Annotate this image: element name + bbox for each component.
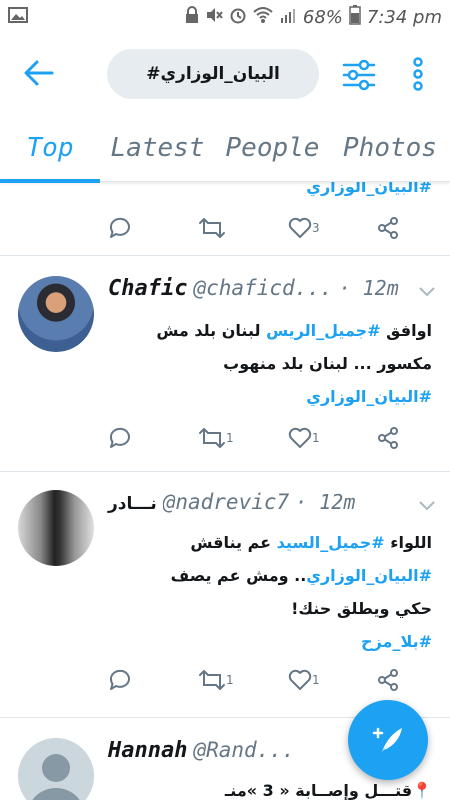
search-input[interactable]: #البيان_الوزاري (107, 49, 319, 99)
share-button[interactable] (376, 216, 400, 240)
tweet-line: اوافق #جميل_الريس لبنان بلد مش (156, 321, 432, 340)
overflow-menu-icon[interactable] (406, 56, 430, 92)
like-count: 1 (312, 673, 320, 687)
author-name[interactable]: Hannah (108, 738, 187, 763)
tweet-time: · 12m (295, 490, 356, 514)
tweet-card[interactable]: نـــادر @nadrevic7 · 12m اللواء #جميل_ال… (0, 472, 450, 718)
hashtag[interactable]: #جميل_الريس (266, 321, 381, 340)
back-arrow-icon[interactable] (22, 56, 56, 90)
tweet-text: اللواء #جميل_السيد عم يناقش #البيان_الوز… (108, 526, 432, 658)
battery-icon (349, 5, 361, 29)
tweet-header: Chafic @chaficd... · 12m (108, 276, 432, 301)
author-handle[interactable]: @Rand... (193, 738, 294, 762)
chevron-down-icon[interactable] (418, 500, 436, 512)
reply-button[interactable] (108, 216, 132, 240)
avatar[interactable] (18, 490, 94, 566)
reply-button[interactable] (108, 426, 132, 450)
author-name[interactable]: نـــادر (108, 494, 157, 514)
author-handle[interactable]: @chaficd... (193, 276, 332, 300)
lock-icon (185, 6, 199, 28)
like-button[interactable]: 1 (288, 426, 320, 450)
avatar[interactable] (18, 738, 94, 800)
wifi-icon (253, 6, 273, 28)
retweet-count: 1 (226, 431, 234, 445)
like-button[interactable]: 3 (288, 216, 320, 240)
share-button[interactable] (376, 426, 400, 450)
retweet-button[interactable]: 1 (198, 426, 234, 450)
status-bar: 68% 7:34 pm (0, 0, 450, 34)
like-count: 3 (312, 221, 320, 235)
signal-icon (279, 6, 297, 28)
tab-latest[interactable]: Latest (100, 114, 215, 182)
alarm-icon (229, 6, 247, 28)
hashtag[interactable]: #جميل_السيد (277, 533, 385, 552)
tweet-line: مكسور ... لبنان بلد منهوب (223, 354, 432, 373)
avatar[interactable] (18, 276, 94, 352)
filter-icon[interactable] (342, 58, 376, 92)
tweet-text: اوافق #جميل_الريس لبنان بلد مش مكسور ...… (108, 314, 432, 413)
app-bar: #البيان_الوزاري (0, 34, 450, 114)
chevron-down-icon[interactable] (418, 286, 436, 298)
retweet-button[interactable]: 1 (198, 668, 234, 692)
tweet-line: حكي ويطلق حنك! (291, 599, 432, 618)
hashtag[interactable]: #البيان_الوزاري (306, 566, 432, 585)
tweet-time: · 12m (338, 276, 399, 300)
tweet-header: نـــادر @nadrevic7 · 12m (108, 490, 432, 514)
retweet-button[interactable] (198, 216, 226, 240)
hashtag[interactable]: #البيان_الوزاري (108, 380, 432, 413)
reply-button[interactable] (108, 668, 132, 692)
compose-quill-icon (372, 727, 402, 752)
tweet-card[interactable]: #البيان_الوزاري 3 (0, 177, 450, 256)
retweet-count: 1 (226, 673, 234, 687)
tweet-actions: 1 1 (108, 426, 408, 454)
share-button[interactable] (376, 668, 400, 692)
gallery-notification-icon (8, 6, 28, 28)
mute-icon (205, 6, 223, 28)
clock: 7:34 pm (366, 6, 442, 28)
like-count: 1 (312, 431, 320, 445)
compose-tweet-button[interactable] (348, 700, 428, 780)
tweet-line: اللواء #جميل_السيد عم يناقش (190, 533, 432, 552)
author-name[interactable]: Chafic (108, 276, 187, 301)
tweet-actions: 1 1 (108, 668, 408, 696)
hashtag[interactable]: #بلا_مزح (108, 625, 432, 658)
tab-people[interactable]: People (215, 114, 330, 182)
tweet-line: #البيان_الوزاري.. ومش عم يصف (170, 566, 432, 585)
like-button[interactable]: 1 (288, 668, 320, 692)
tab-photos[interactable]: Photos (330, 114, 450, 182)
tweet-actions: 3 (108, 216, 408, 244)
tweet-card[interactable]: Chafic @chaficd... · 12m اوافق #جميل_الر… (0, 256, 450, 472)
search-tabs: Top Latest People Photos (0, 114, 450, 183)
battery-level: 68% (302, 6, 343, 28)
tab-top[interactable]: Top (0, 114, 100, 183)
author-handle[interactable]: @nadrevic7 (163, 490, 289, 514)
